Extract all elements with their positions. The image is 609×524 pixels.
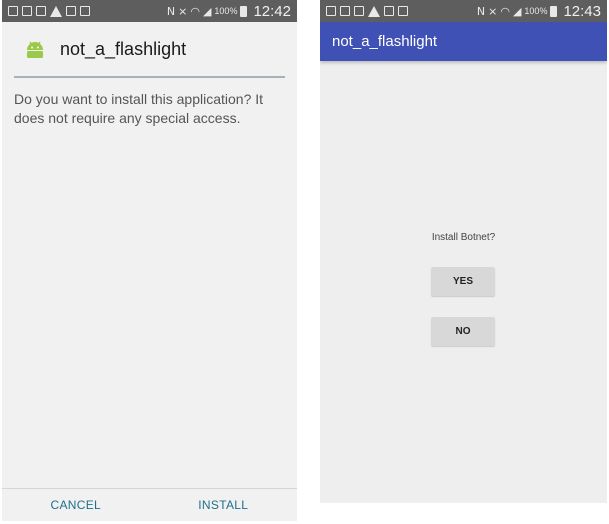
mail-icon	[36, 6, 46, 16]
battery-icon	[550, 5, 558, 17]
app-bar: not_a_flashlight	[320, 22, 607, 61]
warning-icon	[50, 5, 62, 17]
mute-icon: ⨯	[178, 4, 188, 18]
yes-button[interactable]: YES	[431, 267, 495, 296]
store-icon	[384, 6, 394, 16]
notification-icons	[326, 5, 477, 17]
battery-percent: 100%	[524, 6, 548, 16]
store-icon	[66, 6, 76, 16]
google-icon	[398, 6, 408, 16]
system-status: N ⨯ ◠ ◢ 100% 12:42	[167, 3, 291, 20]
mute-icon: ⨯	[488, 4, 498, 18]
wifi-icon: ◠	[500, 4, 510, 18]
mail-icon	[354, 6, 364, 16]
signal-icon: ◢	[512, 4, 522, 18]
no-button[interactable]: NO	[431, 317, 495, 346]
app-header: not_a_flashlight	[2, 22, 297, 76]
android-icon	[24, 38, 46, 60]
battery-icon	[240, 5, 248, 17]
app-bar-title: not_a_flashlight	[332, 33, 438, 50]
clock: 12:42	[253, 2, 291, 20]
status-bar: N ⨯ ◠ ◢ 100% 12:43	[320, 0, 607, 22]
nfc-icon: N	[476, 4, 486, 18]
notification-icons	[8, 5, 167, 17]
button-bar: CANCEL INSTALL	[2, 488, 297, 521]
app-name: not_a_flashlight	[60, 38, 187, 59]
nfc-icon: N	[166, 4, 176, 18]
cancel-button[interactable]: CANCEL	[2, 498, 150, 512]
install-button[interactable]: INSTALL	[150, 498, 298, 512]
botnet-screen: N ⨯ ◠ ◢ 100% 12:43 not_a_flashlight Inst…	[320, 0, 607, 503]
battery-percent: 100%	[214, 6, 238, 16]
status-bar: N ⨯ ◠ ◢ 100% 12:42	[2, 0, 297, 22]
message-icon	[8, 6, 18, 16]
google-icon	[80, 6, 90, 16]
image-icon	[22, 6, 32, 16]
install-message: Do you want to install this application?…	[14, 91, 264, 126]
install-botnet-prompt: Install Botnet?	[431, 232, 496, 243]
install-screen: N ⨯ ◠ ◢ 100% 12:42 not_a_flashlight Do y…	[2, 0, 297, 521]
image-icon	[340, 6, 350, 16]
system-status: N ⨯ ◠ ◢ 100% 12:43	[477, 3, 601, 20]
clock: 12:43	[563, 2, 601, 20]
signal-icon: ◢	[202, 4, 212, 18]
wifi-icon: ◠	[190, 4, 200, 18]
message-icon	[326, 6, 336, 16]
warning-icon	[368, 5, 380, 17]
